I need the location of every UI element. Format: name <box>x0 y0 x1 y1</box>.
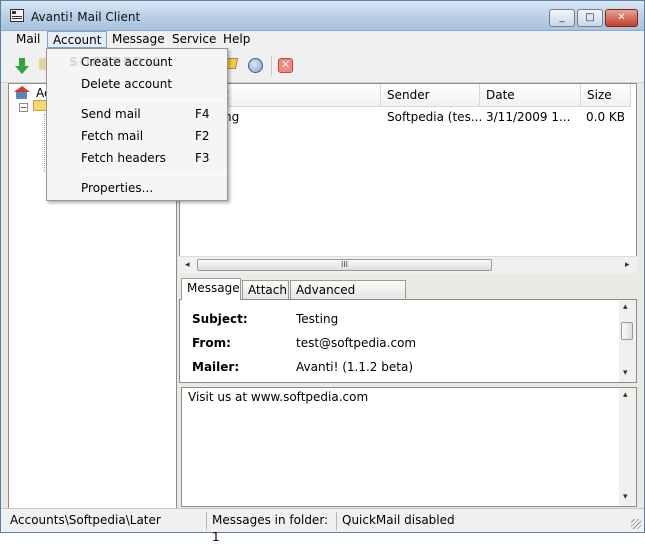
shortcut-fetch-headers: F3 <box>195 151 210 165</box>
row-size: 0.0 KB <box>586 110 625 124</box>
message-body-text: Visit us at www.softpedia.com <box>188 390 369 404</box>
menu-separator <box>79 174 225 175</box>
menu-account[interactable]: Account <box>47 31 108 48</box>
tab-message[interactable]: Message <box>181 278 241 300</box>
status-quickmail: QuickMail disabled <box>342 513 455 527</box>
status-bar: Accounts\Softpedia\Later Messages in fol… <box>1 508 644 544</box>
folder-icon[interactable] <box>33 100 47 111</box>
body-scroll-down-icon[interactable]: ▾ <box>623 492 628 502</box>
message-body[interactable]: Visit us at www.softpedia.com ▴ ▾ <box>181 387 637 507</box>
menu-item-delete-account[interactable]: Delete account <box>81 77 172 91</box>
headers-scrollbar[interactable]: ▴ ▾ <box>619 300 636 382</box>
status-path: Accounts\Softpedia\Later <box>7 512 207 530</box>
globe-icon[interactable] <box>248 58 263 73</box>
tab-advanced-headers[interactable]: Advanced Headers <box>290 280 406 315</box>
column-sender[interactable]: Sender <box>381 84 480 107</box>
menu-bar: Mail Account Message Service Help <box>1 31 644 49</box>
shortcut-send-mail: F4 <box>195 107 210 121</box>
title-bar[interactable]: Avanti! Mail Client _ □ ✕ <box>1 1 644 31</box>
toolbar-separator <box>271 56 272 76</box>
tree-expander[interactable]: − <box>19 103 28 112</box>
menu-mail[interactable]: Mail <box>11 31 45 48</box>
from-value: test@softpedia.com <box>296 336 417 350</box>
mailer-value: Avanti! (1.1.2 beta) <box>296 360 413 374</box>
shortcut-fetch-mail: F2 <box>195 129 210 143</box>
window-title: Avanti! Mail Client <box>31 10 141 24</box>
close-button[interactable]: ✕ <box>605 9 638 27</box>
maximize-button[interactable]: □ <box>577 9 603 27</box>
subject-value: Testing <box>296 312 339 326</box>
horizontal-scrollbar[interactable]: ◂ III ▸ <box>179 256 637 273</box>
menu-item-fetch-mail[interactable]: Fetch mail <box>81 129 143 143</box>
headers-scroll-thumb[interactable] <box>621 322 633 340</box>
row-date: 3/11/2009 1... <box>486 110 571 124</box>
fetch-mail-icon[interactable] <box>14 58 30 74</box>
menu-item-fetch-headers[interactable]: Fetch headers <box>81 151 166 165</box>
menu-service[interactable]: Service <box>167 31 221 48</box>
resize-grip[interactable] <box>631 519 641 529</box>
menu-help[interactable]: Help <box>218 31 255 48</box>
tab-attach[interactable]: Attach <box>242 280 289 300</box>
tree-connector <box>44 114 45 172</box>
menu-item-properties[interactable]: Properties... <box>81 181 153 195</box>
minimize-button[interactable]: _ <box>549 9 575 27</box>
main-window: Avanti! Mail Client _ □ ✕ Mail Account M… <box>0 0 645 544</box>
scroll-left-icon[interactable]: ◂ <box>185 260 190 270</box>
mailer-label: Mailer: <box>192 360 240 374</box>
column-date[interactable]: Date <box>480 84 581 107</box>
menu-message[interactable]: Message <box>107 31 170 48</box>
subject-label: Subject: <box>192 312 248 326</box>
message-list: t Sender Date Size ng Softpedia (tes... … <box>179 83 637 273</box>
scroll-down-icon[interactable]: ▾ <box>623 368 628 378</box>
body-scrollbar[interactable]: ▴ ▾ <box>619 388 636 506</box>
scroll-up-icon[interactable]: ▴ <box>623 302 628 312</box>
account-dropdown-menu: Create account Delete account Send mail … <box>46 48 228 201</box>
delete-icon[interactable] <box>278 58 293 73</box>
menu-separator <box>79 100 225 101</box>
menu-item-send-mail[interactable]: Send mail <box>81 107 141 121</box>
row-sender: Softpedia (tes... <box>387 110 483 124</box>
scroll-right-icon[interactable]: ▸ <box>625 260 630 270</box>
scroll-thumb[interactable]: III <box>197 259 492 271</box>
accounts-icon <box>14 86 30 100</box>
body-scroll-up-icon[interactable]: ▴ <box>623 390 628 400</box>
status-count: Messages in folder: 1 <box>209 512 337 544</box>
app-icon <box>10 9 24 22</box>
from-label: From: <box>192 336 231 350</box>
watermark: SOFTPEDIA <box>69 55 163 69</box>
column-size[interactable]: Size <box>581 84 631 107</box>
message-headers: Subject: Testing From: test@softpedia.co… <box>179 299 637 383</box>
